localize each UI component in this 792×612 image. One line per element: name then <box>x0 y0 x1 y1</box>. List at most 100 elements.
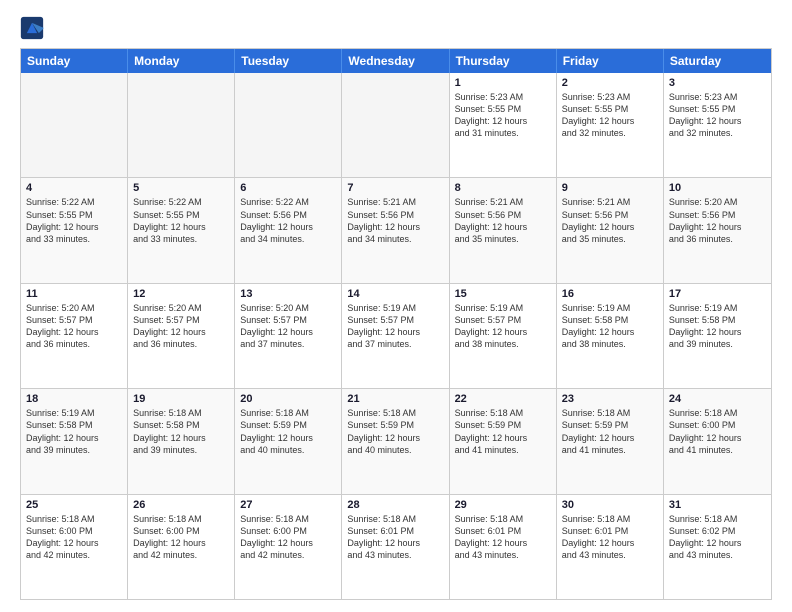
cell-text: Sunrise: 5:18 AM Sunset: 5:59 PM Dayligh… <box>240 407 336 456</box>
cell-text: Sunrise: 5:19 AM Sunset: 5:58 PM Dayligh… <box>26 407 122 456</box>
day-number: 13 <box>240 288 336 300</box>
day-number: 26 <box>133 499 229 511</box>
day-number: 6 <box>240 182 336 194</box>
day-number: 5 <box>133 182 229 194</box>
calendar-cell: 15Sunrise: 5:19 AM Sunset: 5:57 PM Dayli… <box>450 284 557 388</box>
calendar-cell: 20 Sunrise: 5:18 AM Sunset: 5:59 PM Dayli… <box>235 389 342 493</box>
day-number: 20 <box>240 393 336 405</box>
calendar-cell: 4 Sunrise: 5:22 AM Sunset: 5:55 PM Daylig… <box>21 178 128 282</box>
cell-text: Sunrise: 5:18 AM Sunset: 6:01 PM Dayligh… <box>455 513 551 562</box>
calendar-cell: 31Sunrise: 5:18 AM Sunset: 6:02 PM Dayli… <box>664 495 771 599</box>
calendar-cell: 27 Sunrise: 5:18 AM Sunset: 6:00 PM Dayli… <box>235 495 342 599</box>
cell-text: Sunrise: 5:18 AM Sunset: 6:01 PM Dayligh… <box>562 513 658 562</box>
calendar-header-cell: Monday <box>128 49 235 73</box>
cell-text: Sunrise: 5:23 AM Sunset: 5:55 PM Dayligh… <box>669 91 766 140</box>
day-number: 3 <box>669 77 766 89</box>
cell-text: Sunrise: 5:23 AM Sunset: 5:55 PM Dayligh… <box>455 91 551 140</box>
day-number: 2 <box>562 77 658 89</box>
calendar-header-cell: Sunday <box>21 49 128 73</box>
calendar-cell: 10Sunrise: 5:20 AM Sunset: 5:56 PM Dayli… <box>664 178 771 282</box>
calendar-cell: 5 Sunrise: 5:22 AM Sunset: 5:55 PM Daylig… <box>128 178 235 282</box>
cell-text: Sunrise: 5:21 AM Sunset: 5:56 PM Dayligh… <box>455 196 551 245</box>
calendar-header-cell: Thursday <box>450 49 557 73</box>
calendar-row: 1 Sunrise: 5:23 AM Sunset: 5:55 PM Daylig… <box>21 73 771 178</box>
calendar-header-cell: Wednesday <box>342 49 449 73</box>
day-number: 4 <box>26 182 122 194</box>
calendar-cell: 3 Sunrise: 5:23 AM Sunset: 5:55 PM Daylig… <box>664 73 771 177</box>
cell-text: Sunrise: 5:18 AM Sunset: 5:59 PM Dayligh… <box>347 407 443 456</box>
calendar-cell: 21 Sunrise: 5:18 AM Sunset: 5:59 PM Dayli… <box>342 389 449 493</box>
cell-text: Sunrise: 5:18 AM Sunset: 6:01 PM Dayligh… <box>347 513 443 562</box>
cell-text: Sunrise: 5:18 AM Sunset: 6:00 PM Dayligh… <box>669 407 766 456</box>
cell-text: Sunrise: 5:19 AM Sunset: 5:58 PM Dayligh… <box>562 302 658 351</box>
cell-text: Sunrise: 5:22 AM Sunset: 5:55 PM Dayligh… <box>133 196 229 245</box>
day-number: 24 <box>669 393 766 405</box>
cell-text: Sunrise: 5:22 AM Sunset: 5:56 PM Dayligh… <box>240 196 336 245</box>
calendar-cell <box>342 73 449 177</box>
logo-icon <box>20 16 44 40</box>
cell-text: Sunrise: 5:21 AM Sunset: 5:56 PM Dayligh… <box>347 196 443 245</box>
calendar-cell: 24 Sunrise: 5:18 AM Sunset: 6:00 PM Dayli… <box>664 389 771 493</box>
calendar-cell: 18Sunrise: 5:19 AM Sunset: 5:58 PM Dayli… <box>21 389 128 493</box>
calendar-cell: 26 Sunrise: 5:18 AM Sunset: 6:00 PM Dayli… <box>128 495 235 599</box>
cell-text: Sunrise: 5:19 AM Sunset: 5:57 PM Dayligh… <box>347 302 443 351</box>
calendar-cell <box>235 73 342 177</box>
cell-text: Sunrise: 5:19 AM Sunset: 5:58 PM Dayligh… <box>669 302 766 351</box>
day-number: 7 <box>347 182 443 194</box>
day-number: 22 <box>455 393 551 405</box>
calendar-row: 25Sunrise: 5:18 AM Sunset: 6:00 PM Dayli… <box>21 495 771 599</box>
page: SundayMondayTuesdayWednesdayThursdayFrid… <box>0 0 792 612</box>
day-number: 27 <box>240 499 336 511</box>
calendar-cell: 12 Sunrise: 5:20 AM Sunset: 5:57 PM Dayli… <box>128 284 235 388</box>
cell-text: Sunrise: 5:18 AM Sunset: 6:00 PM Dayligh… <box>133 513 229 562</box>
day-number: 16 <box>562 288 658 300</box>
day-number: 23 <box>562 393 658 405</box>
calendar-cell: 13 Sunrise: 5:20 AM Sunset: 5:57 PM Dayli… <box>235 284 342 388</box>
calendar-body: 1 Sunrise: 5:23 AM Sunset: 5:55 PM Daylig… <box>21 73 771 599</box>
day-number: 8 <box>455 182 551 194</box>
cell-text: Sunrise: 5:20 AM Sunset: 5:57 PM Dayligh… <box>26 302 122 351</box>
day-number: 9 <box>562 182 658 194</box>
cell-text: Sunrise: 5:20 AM Sunset: 5:57 PM Dayligh… <box>240 302 336 351</box>
calendar-cell <box>21 73 128 177</box>
calendar-cell: 14 Sunrise: 5:19 AM Sunset: 5:57 PM Dayli… <box>342 284 449 388</box>
calendar-header-row: SundayMondayTuesdayWednesdayThursdayFrid… <box>21 49 771 73</box>
calendar-header-cell: Saturday <box>664 49 771 73</box>
day-number: 12 <box>133 288 229 300</box>
day-number: 21 <box>347 393 443 405</box>
day-number: 17 <box>669 288 766 300</box>
calendar-cell: 11 Sunrise: 5:20 AM Sunset: 5:57 PM Dayli… <box>21 284 128 388</box>
cell-text: Sunrise: 5:22 AM Sunset: 5:55 PM Dayligh… <box>26 196 122 245</box>
day-number: 10 <box>669 182 766 194</box>
cell-text: Sunrise: 5:19 AM Sunset: 5:57 PM Dayligh… <box>455 302 551 351</box>
calendar-header-cell: Friday <box>557 49 664 73</box>
calendar-cell: 28 Sunrise: 5:18 AM Sunset: 6:01 PM Dayli… <box>342 495 449 599</box>
cell-text: Sunrise: 5:23 AM Sunset: 5:55 PM Dayligh… <box>562 91 658 140</box>
cell-text: Sunrise: 5:21 AM Sunset: 5:56 PM Dayligh… <box>562 196 658 245</box>
calendar-cell: 25Sunrise: 5:18 AM Sunset: 6:00 PM Dayli… <box>21 495 128 599</box>
calendar-cell: 7 Sunrise: 5:21 AM Sunset: 5:56 PM Daylig… <box>342 178 449 282</box>
cell-text: Sunrise: 5:18 AM Sunset: 5:59 PM Dayligh… <box>562 407 658 456</box>
calendar-row: 4 Sunrise: 5:22 AM Sunset: 5:55 PM Daylig… <box>21 178 771 283</box>
calendar-cell: 19 Sunrise: 5:18 AM Sunset: 5:58 PM Dayli… <box>128 389 235 493</box>
calendar-cell: 6 Sunrise: 5:22 AM Sunset: 5:56 PM Daylig… <box>235 178 342 282</box>
calendar: SundayMondayTuesdayWednesdayThursdayFrid… <box>20 48 772 600</box>
day-number: 1 <box>455 77 551 89</box>
header <box>20 16 772 40</box>
cell-text: Sunrise: 5:20 AM Sunset: 5:57 PM Dayligh… <box>133 302 229 351</box>
cell-text: Sunrise: 5:18 AM Sunset: 5:59 PM Dayligh… <box>455 407 551 456</box>
day-number: 28 <box>347 499 443 511</box>
day-number: 14 <box>347 288 443 300</box>
day-number: 11 <box>26 288 122 300</box>
day-number: 19 <box>133 393 229 405</box>
calendar-cell: 30Sunrise: 5:18 AM Sunset: 6:01 PM Dayli… <box>557 495 664 599</box>
calendar-cell: 8 Sunrise: 5:21 AM Sunset: 5:56 PM Daylig… <box>450 178 557 282</box>
cell-text: Sunrise: 5:18 AM Sunset: 6:00 PM Dayligh… <box>26 513 122 562</box>
calendar-header-cell: Tuesday <box>235 49 342 73</box>
calendar-cell <box>128 73 235 177</box>
cell-text: Sunrise: 5:18 AM Sunset: 5:58 PM Dayligh… <box>133 407 229 456</box>
calendar-cell: 2 Sunrise: 5:23 AM Sunset: 5:55 PM Daylig… <box>557 73 664 177</box>
cell-text: Sunrise: 5:18 AM Sunset: 6:00 PM Dayligh… <box>240 513 336 562</box>
calendar-row: 18Sunrise: 5:19 AM Sunset: 5:58 PM Dayli… <box>21 389 771 494</box>
calendar-cell: 9 Sunrise: 5:21 AM Sunset: 5:56 PM Daylig… <box>557 178 664 282</box>
